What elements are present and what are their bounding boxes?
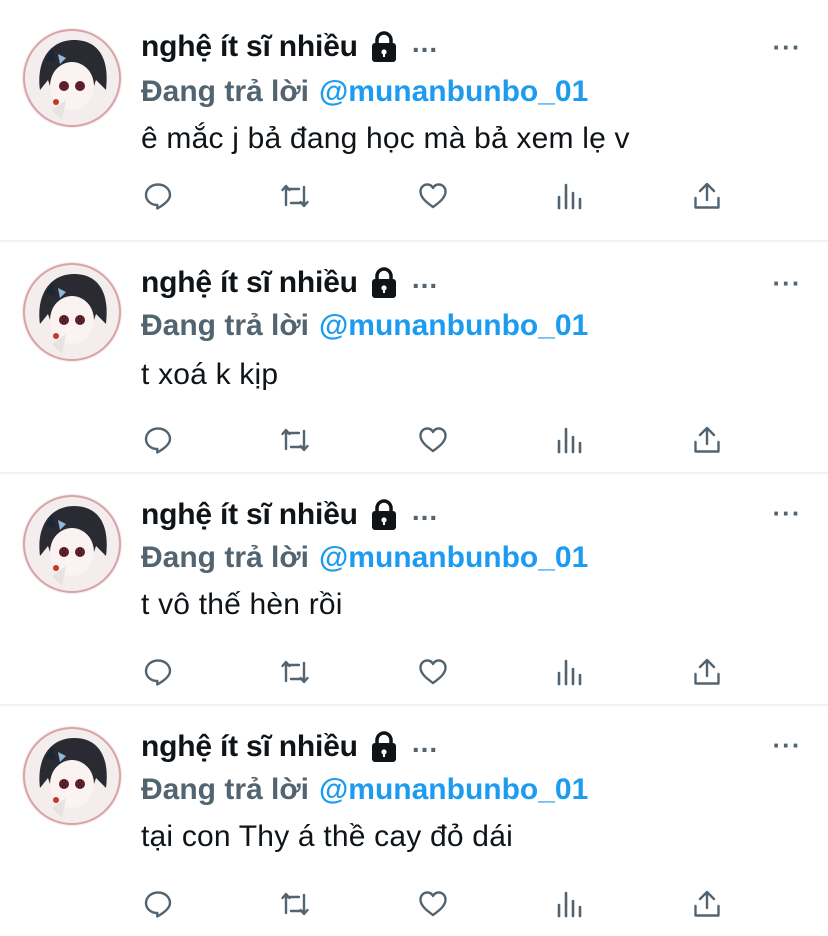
analytics-button[interactable] xyxy=(552,654,588,690)
tweet-text: t vô thế hèn rồi xyxy=(141,588,343,621)
retweet-icon xyxy=(281,184,309,208)
reply-prefix: Đang trả lời xyxy=(141,309,310,342)
display-name[interactable]: nghệ ít sĩ nhiều xyxy=(141,266,358,300)
action-bar xyxy=(140,654,740,694)
analytics-icon xyxy=(557,891,582,918)
avatar-image xyxy=(22,262,122,362)
like-icon xyxy=(419,891,447,917)
more-options-icon[interactable]: ··· xyxy=(770,496,804,530)
reply-button[interactable] xyxy=(140,422,176,458)
share-icon xyxy=(694,890,720,917)
analytics-icon xyxy=(557,183,582,210)
display-name[interactable]: nghệ ít sĩ nhiều xyxy=(141,498,358,532)
reply-prefix: Đang trả lời xyxy=(141,541,310,574)
action-bar xyxy=(140,886,740,926)
avatar[interactable] xyxy=(22,262,122,362)
reply-handle-link[interactable]: @munanbunbo_01 xyxy=(319,309,588,343)
lock-icon xyxy=(366,29,402,65)
tweet-text: ê mắc j bả đang học mà bả xem lẹ v xyxy=(141,122,630,155)
name-overflow: ... xyxy=(411,727,439,758)
lock-icon xyxy=(366,265,402,301)
reply-icon xyxy=(144,427,172,454)
display-name[interactable]: nghệ ít sĩ nhiều xyxy=(141,730,358,764)
reply-handle-link[interactable]: @munanbunbo_01 xyxy=(319,75,588,109)
share-button[interactable] xyxy=(689,422,725,458)
name-row: nghệ ít sĩ nhiều ... xyxy=(141,727,439,766)
like-button[interactable] xyxy=(415,886,451,922)
avatar[interactable] xyxy=(22,28,122,128)
retweet-icon xyxy=(281,892,309,916)
reply-button[interactable] xyxy=(140,886,176,922)
like-icon xyxy=(419,659,447,685)
analytics-button[interactable] xyxy=(552,178,588,214)
like-icon xyxy=(419,427,447,453)
like-button[interactable] xyxy=(415,654,451,690)
tweet[interactable]: nghệ ít sĩ nhiều ... ··· Đang trả lời @m… xyxy=(0,466,828,697)
lock-icon xyxy=(366,497,402,533)
reply-prefix: Đang trả lời xyxy=(141,75,310,108)
analytics-icon xyxy=(557,427,582,454)
retweet-icon xyxy=(281,660,309,684)
reply-icon xyxy=(144,891,172,918)
retweet-icon xyxy=(281,428,309,452)
like-button[interactable] xyxy=(415,422,451,458)
like-icon xyxy=(419,183,447,209)
reply-handle-link[interactable]: @munanbunbo_01 xyxy=(319,541,588,575)
display-name[interactable]: nghệ ít sĩ nhiều xyxy=(141,30,358,64)
reply-button[interactable] xyxy=(140,178,176,214)
tweet-text: tại con Thy á thề cay đỏ dái xyxy=(141,820,513,853)
more-options-icon[interactable]: ··· xyxy=(770,266,804,300)
retweet-button[interactable] xyxy=(277,654,313,690)
more-options-icon[interactable]: ··· xyxy=(770,30,804,64)
name-overflow: ... xyxy=(411,495,439,526)
name-overflow: ... xyxy=(411,27,439,58)
tweet[interactable]: nghệ ít sĩ nhiều ... ··· Đang trả lời @m… xyxy=(0,0,828,231)
lock-icon xyxy=(366,729,402,765)
reply-prefix: Đang trả lời xyxy=(141,773,310,806)
reply-handle-link[interactable]: @munanbunbo_01 xyxy=(319,773,588,807)
avatar[interactable] xyxy=(22,494,122,594)
like-button[interactable] xyxy=(415,178,451,214)
replying-to: Đang trả lời @munanbunbo_01 xyxy=(141,306,588,346)
tweet[interactable]: nghệ ít sĩ nhiều ... ··· Đang trả lời @m… xyxy=(0,698,828,929)
reply-icon xyxy=(144,659,172,686)
avatar[interactable] xyxy=(22,726,122,826)
tweet-text: t xoá k kịp xyxy=(141,358,279,391)
action-bar xyxy=(140,178,740,218)
share-icon xyxy=(694,182,720,209)
name-row: nghệ ít sĩ nhiều ... xyxy=(141,27,439,66)
tweet[interactable]: nghệ ít sĩ nhiều ... ··· Đang trả lời @m… xyxy=(0,232,828,463)
avatar-image xyxy=(22,494,122,594)
share-icon xyxy=(694,658,720,685)
share-button[interactable] xyxy=(689,178,725,214)
analytics-button[interactable] xyxy=(552,886,588,922)
analytics-button[interactable] xyxy=(552,422,588,458)
share-icon xyxy=(694,426,720,453)
more-options-icon[interactable]: ··· xyxy=(770,728,804,762)
retweet-button[interactable] xyxy=(277,422,313,458)
share-button[interactable] xyxy=(689,654,725,690)
replying-to: Đang trả lời @munanbunbo_01 xyxy=(141,770,588,810)
reply-icon xyxy=(144,183,172,210)
avatar-image xyxy=(22,28,122,128)
avatar-image xyxy=(22,726,122,826)
retweet-button[interactable] xyxy=(277,886,313,922)
retweet-button[interactable] xyxy=(277,178,313,214)
name-overflow: ... xyxy=(411,263,439,294)
tweet-feed: nghệ ít sĩ nhiều ... ··· Đang trả lời @m… xyxy=(0,0,828,936)
name-row: nghệ ít sĩ nhiều ... xyxy=(141,263,439,302)
analytics-icon xyxy=(557,659,582,686)
name-row: nghệ ít sĩ nhiều ... xyxy=(141,495,439,534)
action-bar xyxy=(140,422,740,462)
reply-button[interactable] xyxy=(140,654,176,690)
replying-to: Đang trả lời @munanbunbo_01 xyxy=(141,538,588,578)
share-button[interactable] xyxy=(689,886,725,922)
replying-to: Đang trả lời @munanbunbo_01 xyxy=(141,72,588,112)
